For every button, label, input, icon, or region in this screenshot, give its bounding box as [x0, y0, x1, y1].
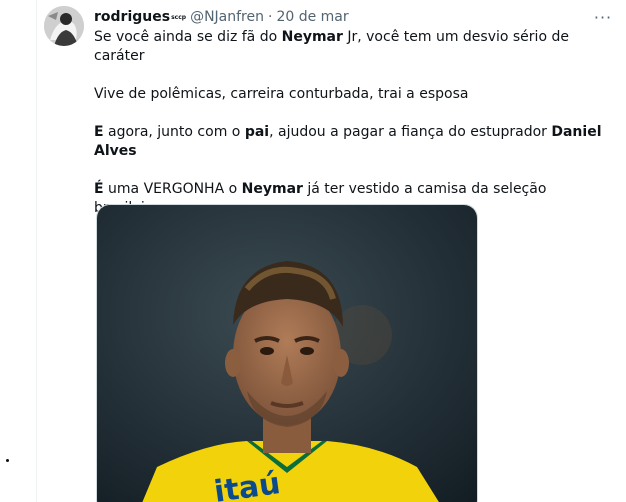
profile-avatar-icon[interactable]	[44, 6, 84, 46]
bold-text: pai	[244, 124, 270, 140]
tweet-paragraph: E agora, junto com o pai, ajudou a pagar…	[94, 123, 608, 161]
page: rodrigues sccp @NJanfren · 20 de mar Se …	[0, 0, 626, 502]
tweet[interactable]: rodrigues sccp @NJanfren · 20 de mar Se …	[44, 6, 618, 502]
tweet-timestamp[interactable]: 20 de mar	[276, 9, 348, 25]
tweet-media-photo[interactable]: itaú	[96, 204, 478, 502]
text-segment: Vive de polêmicas, carreira conturbada, …	[94, 86, 469, 102]
timeline-border	[36, 0, 37, 502]
photo-illustration: itaú	[97, 205, 477, 502]
stray-dot	[6, 459, 9, 462]
more-options-icon[interactable]: ···	[592, 8, 614, 27]
bold-text: Neymar	[241, 181, 303, 197]
tweet-header: rodrigues sccp @NJanfren · 20 de mar	[94, 6, 614, 28]
bold-text: Neymar	[281, 29, 343, 45]
author-handle[interactable]: @NJanfren	[190, 9, 264, 25]
bold-text: E	[94, 124, 104, 140]
text-segment: agora, junto com o	[103, 124, 245, 140]
author-display-name[interactable]: rodrigues	[94, 9, 170, 25]
text-segment: uma VERGONHA o	[103, 181, 242, 197]
tweet-text: Se você ainda se diz fã do Neymar Jr, vo…	[94, 28, 614, 218]
tweet-content: rodrigues sccp @NJanfren · 20 de mar Se …	[94, 6, 614, 218]
text-segment: , ajudou a pagar a fiança do estuprador	[269, 124, 552, 140]
header-separator: ·	[267, 9, 273, 25]
tweet-paragraph: Vive de polêmicas, carreira conturbada, …	[94, 85, 608, 104]
bold-text: É	[94, 181, 104, 197]
text-segment: Se você ainda se diz fã do	[94, 29, 282, 45]
author-name-tag: sccp	[171, 13, 187, 21]
tweet-paragraph: Se você ainda se diz fã do Neymar Jr, vo…	[94, 28, 608, 66]
